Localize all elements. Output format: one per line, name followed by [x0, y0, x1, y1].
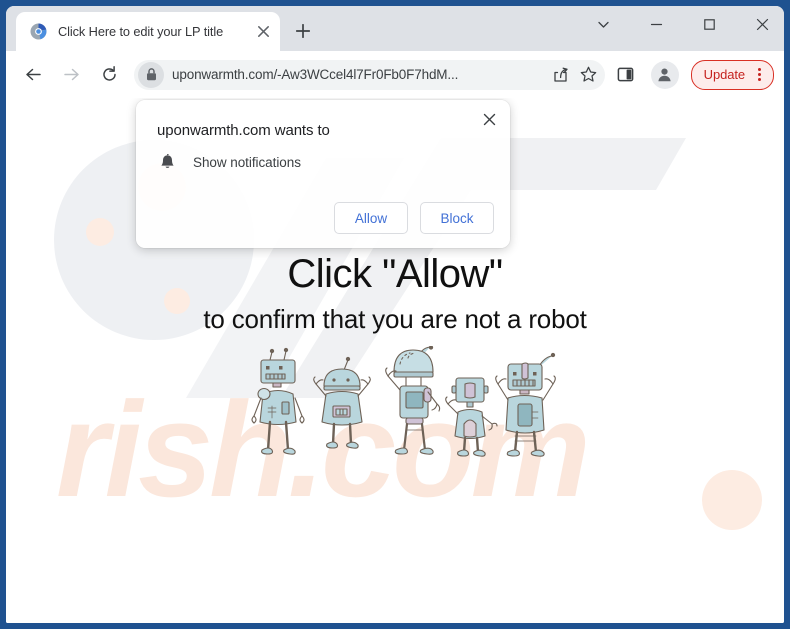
browser-toolbar: uponwarmth.com/-Aw3WCcel4l7Fr0Fb0F7hdM..… [6, 51, 784, 98]
forward-arrow-icon [56, 60, 86, 90]
star-icon[interactable] [575, 61, 603, 89]
window-minimize-button[interactable] [633, 8, 679, 40]
back-arrow-icon[interactable] [18, 60, 48, 90]
browser-window: Click Here to edit your LP title uponwar… [6, 6, 784, 623]
page-viewport: rish.com Click "Allow" to confirm that y… [6, 98, 784, 623]
new-tab-button[interactable] [289, 17, 317, 45]
dialog-close-icon[interactable] [476, 106, 502, 132]
dialog-permission-row: Show notifications [157, 152, 301, 172]
tab-title: Click Here to edit your LP title [58, 24, 224, 39]
window-close-button[interactable] [739, 8, 784, 40]
window-maximize-button[interactable] [686, 8, 732, 40]
headline-primary: Click "Allow" [287, 252, 503, 296]
dialog-title: uponwarmth.com wants to [157, 122, 330, 139]
headline-secondary: to confirm that you are not a robot [203, 304, 587, 334]
update-button[interactable]: Update [690, 59, 774, 90]
lock-icon[interactable] [138, 61, 164, 88]
reload-icon[interactable] [94, 60, 124, 90]
tab-favicon-icon [30, 23, 47, 40]
viewport-bottom-edge [6, 622, 784, 623]
page-headline: Click "Allow" to confirm that you are no… [6, 253, 784, 335]
omnibox-actions [547, 61, 605, 89]
os-window-frame: Click Here to edit your LP title uponwar… [0, 0, 790, 629]
three-dots-vertical-icon[interactable] [749, 65, 769, 85]
dialog-actions: Allow Block [334, 202, 494, 234]
window-chevron-down-icon[interactable] [580, 8, 626, 40]
address-bar[interactable]: uponwarmth.com/-Aw3WCcel4l7Fr0Fb0F7hdM..… [134, 59, 605, 90]
bell-icon [157, 152, 177, 172]
dialog-permission-label: Show notifications [193, 154, 301, 170]
robots-illustration [251, 346, 556, 457]
url-text: uponwarmth.com/-Aw3WCcel4l7Fr0Fb0F7hdM..… [172, 67, 459, 82]
watermark-dot [86, 218, 114, 246]
share-icon[interactable] [547, 61, 575, 89]
tab-close-icon[interactable] [251, 20, 275, 44]
block-button[interactable]: Block [420, 202, 494, 234]
profile-avatar-icon[interactable] [650, 60, 679, 89]
update-button-label: Update [703, 67, 745, 82]
tab-strip: Click Here to edit your LP title [6, 6, 784, 51]
notification-permission-dialog: uponwarmth.com wants to Show notificatio… [136, 100, 510, 248]
side-panel-icon[interactable] [611, 60, 641, 90]
browser-tab-active[interactable]: Click Here to edit your LP title [16, 12, 280, 51]
allow-button[interactable]: Allow [334, 202, 408, 234]
